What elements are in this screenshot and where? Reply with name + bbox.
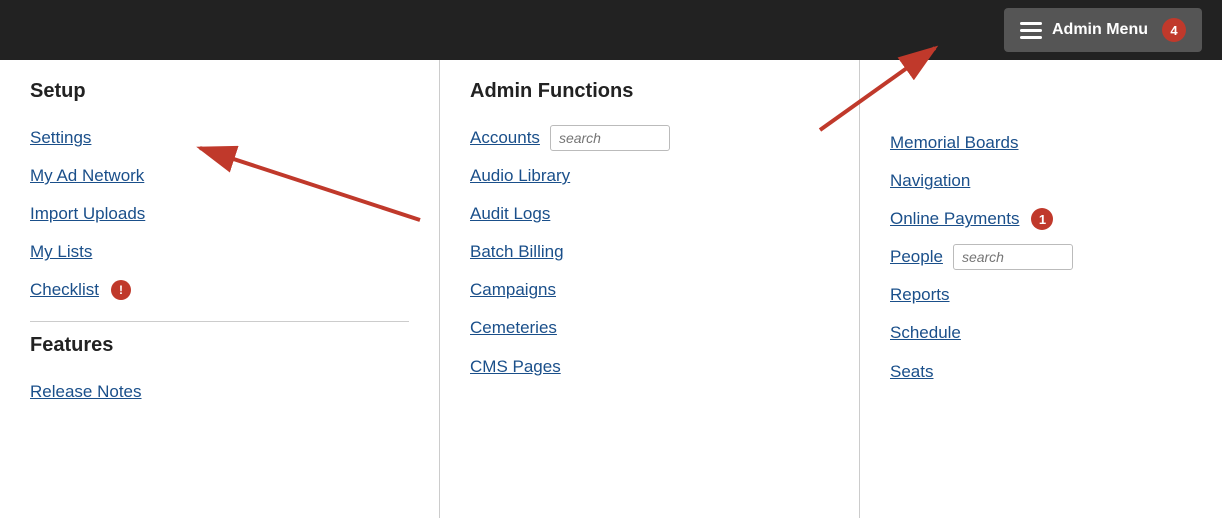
top-bar: Admin Menu 4 [0, 0, 1222, 60]
audio-library-link[interactable]: Audio Library [470, 157, 829, 195]
people-link[interactable]: People [890, 238, 943, 276]
admin-functions-col: Admin Functions Accounts Audio Library A… [440, 60, 860, 518]
features-title: Features [30, 334, 409, 357]
right-col: Memorial Boards Navigation Online Paymen… [860, 60, 1222, 518]
admin-menu-button[interactable]: Admin Menu 4 [1004, 8, 1202, 52]
reports-link[interactable]: Reports [890, 276, 1192, 314]
import-uploads-link[interactable]: Import Uploads [30, 195, 409, 233]
schedule-link[interactable]: Schedule [890, 314, 1192, 352]
online-payments-link[interactable]: Online Payments [890, 200, 1019, 238]
admin-functions-title: Admin Functions [470, 80, 829, 103]
audit-logs-link[interactable]: Audit Logs [470, 195, 829, 233]
setup-divider [30, 321, 409, 322]
setup-title: Setup [30, 80, 409, 103]
my-ad-network-link[interactable]: My Ad Network [30, 157, 409, 195]
checklist-link[interactable]: Checklist [30, 271, 99, 309]
main-content: Setup Settings My Ad Network Import Uplo… [0, 60, 1222, 518]
accounts-row: Accounts [470, 119, 829, 157]
batch-billing-link[interactable]: Batch Billing [470, 233, 829, 271]
online-payments-row: Online Payments 1 [890, 200, 1192, 238]
campaigns-link[interactable]: Campaigns [470, 271, 829, 309]
cemeteries-link[interactable]: Cemeteries [470, 309, 829, 347]
people-search-input[interactable] [953, 244, 1073, 270]
checklist-badge: ! [111, 280, 131, 300]
navigation-link[interactable]: Navigation [890, 162, 1192, 200]
seats-link[interactable]: Seats [890, 353, 1192, 391]
accounts-link[interactable]: Accounts [470, 119, 540, 157]
settings-link[interactable]: Settings [30, 119, 409, 157]
online-payments-badge: 1 [1031, 208, 1053, 230]
cms-pages-link[interactable]: CMS Pages [470, 348, 829, 386]
release-notes-link[interactable]: Release Notes [30, 373, 409, 411]
people-row: People [890, 238, 1192, 276]
setup-sidebar: Setup Settings My Ad Network Import Uplo… [0, 60, 440, 518]
hamburger-icon [1020, 22, 1042, 39]
my-lists-link[interactable]: My Lists [30, 233, 409, 271]
memorial-boards-link[interactable]: Memorial Boards [890, 124, 1192, 162]
admin-menu-label: Admin Menu [1052, 21, 1148, 39]
admin-menu-badge: 4 [1162, 18, 1186, 42]
accounts-search-input[interactable] [550, 125, 670, 151]
